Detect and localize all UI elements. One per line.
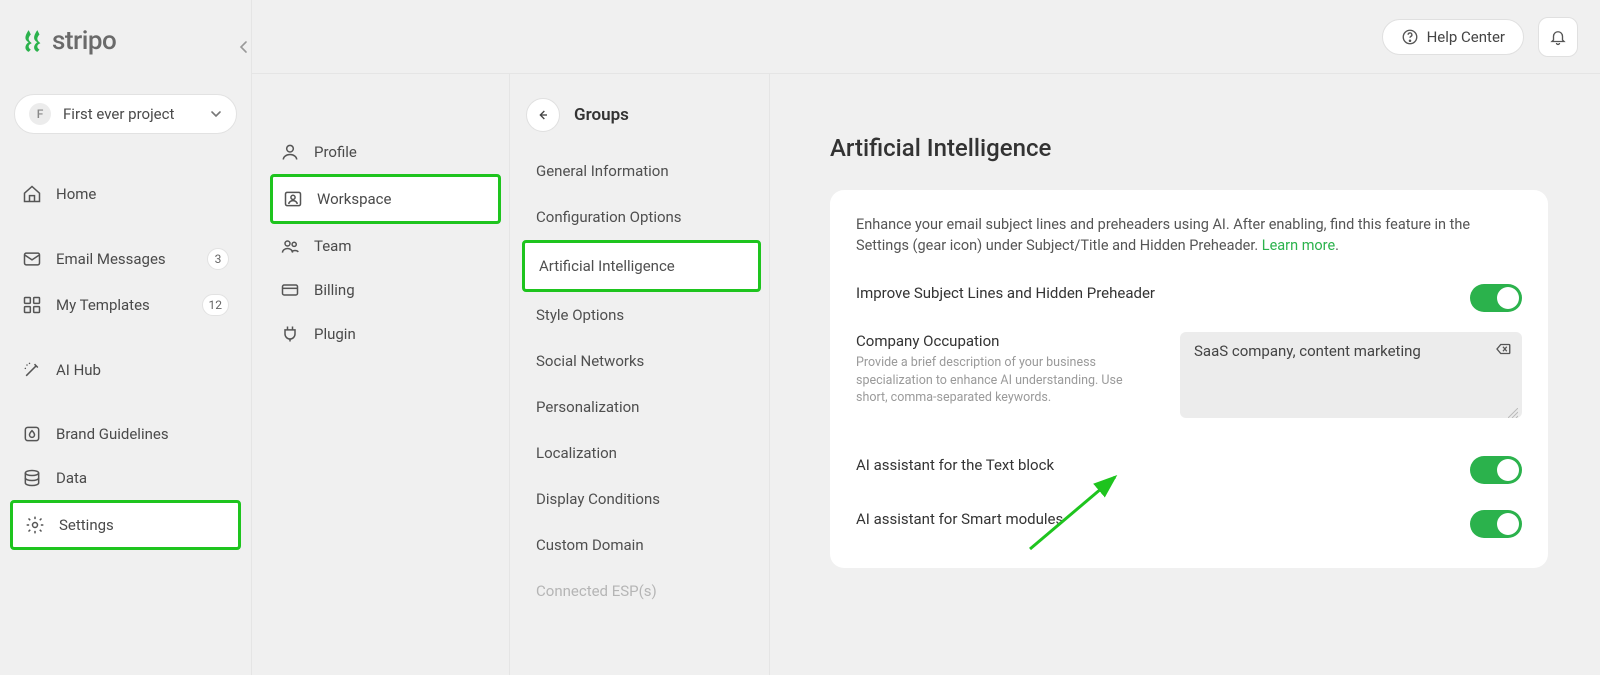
bell-icon [1549, 28, 1567, 46]
settings-nav-team[interactable]: Team [270, 224, 501, 268]
row-label-subject-lines: Improve Subject Lines and Hidden Prehead… [856, 284, 1155, 302]
sidebar-item-label: Email Messages [56, 250, 193, 268]
topbar: Help Center [252, 0, 1600, 74]
groups-item-personalization[interactable]: Personalization [522, 384, 761, 430]
project-selector[interactable]: F First ever project [14, 94, 237, 134]
settings-nav-profile[interactable]: Profile [270, 130, 501, 174]
primary-sidebar: stripo F First ever project Home Email M… [0, 0, 252, 675]
card-icon [280, 280, 300, 300]
mail-icon [22, 249, 42, 269]
help-center-button[interactable]: Help Center [1382, 19, 1524, 55]
settings-nav-label: Workspace [317, 190, 391, 208]
team-icon [280, 236, 300, 256]
plugin-icon [280, 324, 300, 344]
groups-item-display-conditions[interactable]: Display Conditions [522, 476, 761, 522]
groups-nav: Groups General Information Configuration… [510, 74, 770, 675]
groups-item-artificial-intelligence[interactable]: Artificial Intelligence [522, 240, 761, 292]
sidebar-item-label: My Templates [56, 296, 188, 314]
sidebar-item-label: Data [56, 469, 229, 487]
help-icon [1401, 28, 1419, 46]
sidebar-item-label: Settings [59, 516, 226, 534]
arrow-left-icon [535, 107, 551, 123]
groups-item-custom-domain[interactable]: Custom Domain [522, 522, 761, 568]
settings-nav-label: Team [314, 237, 352, 255]
sidebar-item-my-templates[interactable]: My Templates 12 [10, 282, 241, 328]
settings-nav-label: Profile [314, 143, 357, 161]
settings-nav-label: Plugin [314, 325, 356, 343]
project-name: First ever project [63, 105, 198, 123]
collapse-sidebar-button[interactable] [235, 38, 253, 56]
sidebar-item-label: Brand Guidelines [56, 425, 229, 443]
sidebar-item-data[interactable]: Data [10, 456, 241, 500]
toggle-smart-modules[interactable] [1470, 510, 1522, 538]
groups-item-style-options[interactable]: Style Options [522, 292, 761, 338]
sidebar-item-badge: 3 [207, 248, 229, 270]
sidebar-item-label: AI Hub [56, 361, 229, 379]
settings-nav-workspace[interactable]: Workspace [270, 174, 501, 224]
groups-back-button[interactable] [526, 98, 560, 132]
intro-text: Enhance your email subject lines and pre… [856, 216, 1470, 254]
row-label-smart-modules: AI assistant for Smart modules [856, 510, 1063, 528]
page-title: Artificial Intelligence [830, 134, 1548, 162]
settings-nav-label: Billing [314, 281, 355, 299]
notifications-button[interactable] [1538, 17, 1578, 57]
settings-nav-billing[interactable]: Billing [270, 268, 501, 312]
settings-nav-plugin[interactable]: Plugin [270, 312, 501, 356]
sidebar-item-badge: 12 [202, 294, 230, 316]
sidebar-item-email-messages[interactable]: Email Messages 3 [10, 236, 241, 282]
chevron-down-icon [210, 108, 222, 120]
groups-item-connected-esps[interactable]: Connected ESP(s) [522, 568, 761, 614]
brand-name: stripo [52, 26, 116, 56]
groups-item-configuration-options[interactable]: Configuration Options [522, 194, 761, 240]
company-occupation-input[interactable] [1180, 332, 1522, 418]
brand-logo: stripo [10, 18, 241, 80]
home-icon [22, 184, 42, 204]
grid-icon [22, 295, 42, 315]
gear-icon [25, 515, 45, 535]
ai-settings-card: Enhance your email subject lines and pre… [830, 190, 1548, 568]
sidebar-item-home[interactable]: Home [10, 172, 241, 216]
groups-title: Groups [574, 105, 629, 125]
row-label-company-occupation: Company Occupation [856, 332, 1156, 350]
sidebar-item-ai-hub[interactable]: AI Hub [10, 348, 241, 392]
card-intro: Enhance your email subject lines and pre… [856, 214, 1522, 256]
row-label-text-block: AI assistant for the Text block [856, 456, 1054, 474]
row-desc-company-occupation: Provide a brief description of your busi… [856, 354, 1146, 407]
sidebar-item-brand-guidelines[interactable]: Brand Guidelines [10, 412, 241, 456]
help-label: Help Center [1427, 28, 1505, 46]
database-icon [22, 468, 42, 488]
main-panel: Artificial Intelligence Enhance your ema… [770, 74, 1600, 675]
sidebar-item-label: Home [56, 185, 229, 203]
groups-item-social-networks[interactable]: Social Networks [522, 338, 761, 384]
workspace-icon [283, 189, 303, 209]
project-initial-badge: F [29, 103, 51, 125]
sidebar-item-settings[interactable]: Settings [10, 500, 241, 550]
wand-icon [22, 360, 42, 380]
settings-category-nav: Profile Workspace Team Billing Plugin [252, 74, 510, 675]
droplet-icon [22, 424, 42, 444]
groups-item-general-information[interactable]: General Information [522, 148, 761, 194]
toggle-subject-lines[interactable] [1470, 284, 1522, 312]
groups-item-localization[interactable]: Localization [522, 430, 761, 476]
clear-input-icon[interactable] [1494, 340, 1512, 358]
stripo-logo-icon [20, 28, 46, 54]
toggle-text-block[interactable] [1470, 456, 1522, 484]
user-icon [280, 142, 300, 162]
learn-more-link[interactable]: Learn more [1262, 237, 1335, 254]
